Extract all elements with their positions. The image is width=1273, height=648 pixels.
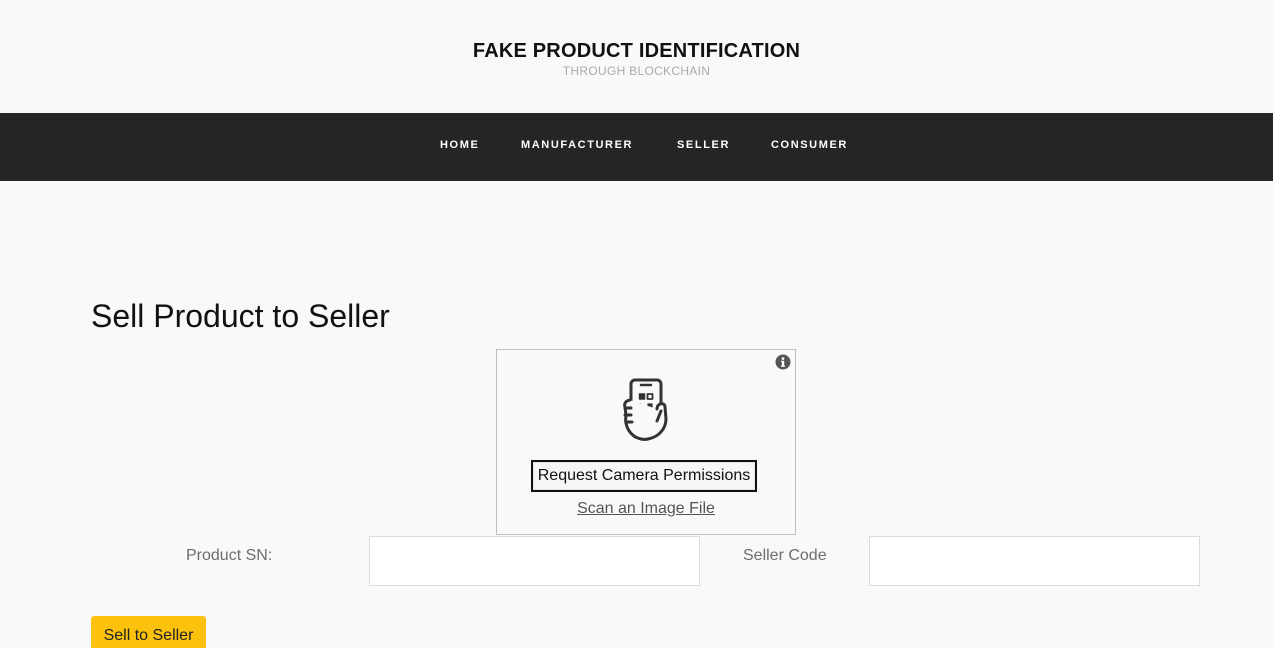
nav-seller[interactable]: SELLER <box>677 139 730 151</box>
site-header: FAKE PRODUCT IDENTIFICATION THROUGH BLOC… <box>0 0 1273 113</box>
request-camera-permissions-button[interactable]: Request Camera Permissions <box>531 460 757 492</box>
nav-home[interactable]: HOME <box>440 139 479 151</box>
site-subtitle: THROUGH BLOCKCHAIN <box>562 64 711 78</box>
product-sn-input[interactable] <box>369 536 700 586</box>
sell-to-seller-button[interactable]: Sell to Seller <box>91 616 206 648</box>
phone-qr-scan-icon <box>621 378 673 444</box>
scan-image-file-link[interactable]: Scan an Image File <box>497 500 795 518</box>
page: FAKE PRODUCT IDENTIFICATION THROUGH BLOC… <box>0 0 1273 648</box>
main-navbar: HOME MANUFACTURER SELLER CONSUMER <box>0 113 1273 181</box>
info-icon[interactable] <box>775 354 791 370</box>
seller-code-label: Seller Code <box>743 547 827 564</box>
qr-scanner-panel: Request Camera Permissions Scan an Image… <box>496 349 796 535</box>
nav-consumer[interactable]: CONSUMER <box>771 139 848 151</box>
page-title: Sell Product to Seller <box>91 298 390 334</box>
nav-manufacturer[interactable]: MANUFACTURER <box>521 139 633 151</box>
seller-code-input[interactable] <box>869 536 1200 586</box>
site-title[interactable]: FAKE PRODUCT IDENTIFICATION <box>0 40 1273 63</box>
product-sn-label: Product SN: <box>186 547 273 564</box>
